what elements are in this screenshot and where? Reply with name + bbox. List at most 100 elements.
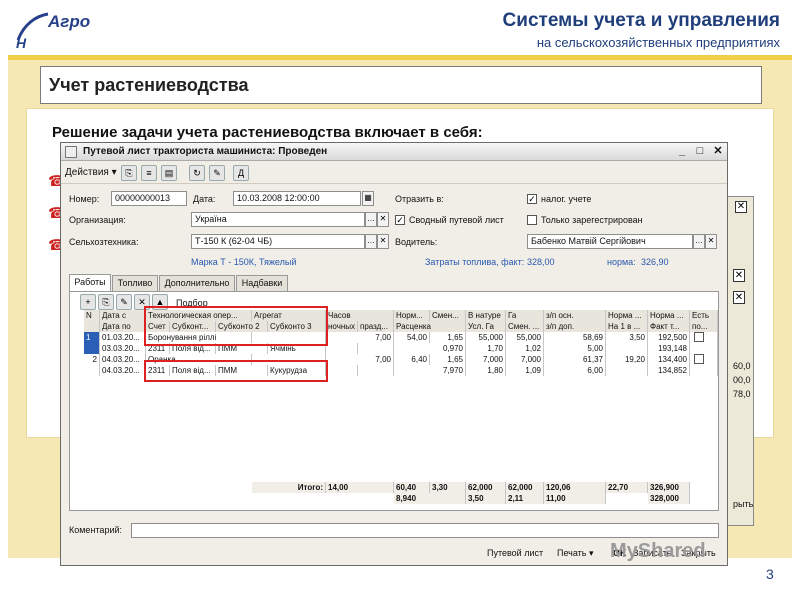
minimize-icon[interactable]: _ (675, 145, 689, 159)
cell-date: 01.03.20... (100, 332, 146, 343)
number-field[interactable]: 00000000013 (111, 191, 187, 206)
norm-label: норма: (607, 257, 636, 267)
cell-ga: 55,000 (506, 332, 544, 343)
tax-checkbox[interactable]: ✓ (527, 194, 537, 204)
date-field[interactable]: 10.03.2008 12:00:00 (233, 191, 361, 206)
slide: Н Агро Системы учета и управления на сел… (0, 0, 800, 600)
highlight-box (144, 306, 328, 346)
col-norma1: Норма ... (606, 310, 648, 321)
driver-field[interactable]: Бабенко Матвій Сергійович (527, 234, 693, 249)
total-norma1: 22,70 (606, 482, 648, 493)
refresh-icon[interactable]: ↻ (189, 165, 205, 181)
slide-subhead: Решение задачи учета растениеводства вкл… (52, 124, 483, 141)
cell-norma2: 192,500 (648, 332, 690, 343)
slide-title: Учет растениеводства (49, 75, 249, 95)
summary-label: Сводный путевой лист (409, 215, 504, 225)
cell-rascenka: 7,970 (394, 365, 466, 376)
total-usl: 3,50 (466, 493, 506, 504)
number-label: Номер: (69, 194, 100, 204)
totals-label: Итого: (252, 482, 326, 493)
edit-row-icon[interactable]: ✎ (116, 294, 132, 310)
clear-icon[interactable]: ✕ (377, 212, 389, 227)
cell-date: 04.03.20... (100, 354, 146, 365)
cell-holiday (358, 343, 394, 354)
comment-label: Коментарий: (69, 525, 122, 535)
col-fact: Факт т... (648, 321, 690, 332)
clear-icon[interactable]: ✕ (705, 234, 717, 249)
clear-icon[interactable]: ✕ (733, 269, 745, 282)
copy-row-icon[interactable]: ⎘ (98, 294, 114, 310)
works-grid: N Дата с Технологическая опер... Агрегат… (84, 306, 718, 510)
close-icon[interactable]: ✕ (735, 201, 747, 213)
col-natura: В натуре (466, 310, 506, 321)
tab-toplivo[interactable]: Топливо (112, 275, 158, 291)
col-holiday: празд... (358, 321, 394, 332)
clear-icon[interactable]: ✕ (377, 234, 389, 249)
select-button[interactable]: … (365, 234, 377, 249)
comment-field[interactable] (131, 523, 719, 538)
col-zpdop: з/п доп. (544, 321, 606, 332)
dt-kt-icon[interactable]: Д (233, 165, 249, 181)
agro-logo: Н Агро (14, 6, 92, 52)
copy-icon[interactable]: ⎘ (121, 165, 137, 181)
tab-raboty[interactable]: Работы (69, 274, 111, 291)
tab-dopolnitelno[interactable]: Дополнительно (159, 275, 235, 291)
actions-label: Действия (65, 167, 109, 178)
actions-menu[interactable]: Действия ▾ (65, 167, 117, 178)
select-button[interactable]: … (365, 212, 377, 227)
fuel-value: 328,00 (527, 257, 555, 267)
cell-norma1: 3,50 (606, 332, 648, 343)
struct-icon[interactable]: ≡ (141, 165, 157, 181)
cell-n (84, 365, 100, 376)
cell-date: 04.03.20... (100, 365, 146, 376)
cell-natura: 55,000 (466, 332, 506, 343)
est-checkbox[interactable] (694, 332, 704, 342)
add-row-icon[interactable]: + (80, 294, 96, 310)
cell-hours: 7,00 (326, 332, 394, 343)
cell-norma2: 134,400 (648, 354, 690, 365)
reflect-label: Отразить в: (395, 194, 444, 204)
back-value: 60,0 (733, 361, 751, 371)
cell-date: 03.03.20... (100, 343, 146, 354)
cell-ga: 7,000 (506, 354, 544, 365)
waybill-button[interactable]: Путевой лист (487, 548, 543, 558)
cell-na1 (606, 365, 648, 376)
fuel-label: Затраты топлива, факт: (425, 257, 525, 267)
cell-norm: 54,00 (394, 332, 430, 343)
cell-zp: 61,37 (544, 354, 606, 365)
doc-struct-icon[interactable]: ▤ (161, 165, 177, 181)
close-icon[interactable]: ✕ (711, 145, 725, 159)
total-smen: 3,30 (430, 482, 466, 493)
cell-smen: 1,65 (430, 332, 466, 343)
total-smen2: 2,11 (506, 493, 544, 504)
post-icon[interactable]: ✎ (209, 165, 225, 181)
calendar-icon[interactable]: ▦ (362, 191, 374, 206)
total-ga: 62,000 (506, 482, 544, 493)
select-button[interactable]: … (693, 234, 705, 249)
cell-smen2: 1,02 (506, 343, 544, 354)
summary-checkbox[interactable]: ✓ (395, 215, 405, 225)
org-label: Организация: (69, 215, 126, 225)
print-button[interactable]: Печать ▾ (557, 548, 594, 559)
cell-zpdop: 6,00 (544, 365, 606, 376)
tab-nadbavki[interactable]: Надбавки (236, 275, 288, 291)
registered-checkbox[interactable] (527, 215, 537, 225)
back-value: 00,0 (733, 375, 751, 385)
back-close-button[interactable]: рыть (733, 499, 753, 509)
tax-label: налог. учете (541, 194, 592, 204)
machine-field[interactable]: Т-150 К (62-04 ЧБ) (191, 234, 365, 249)
total-zpdop: 11,00 (544, 493, 606, 504)
highlight-box (144, 360, 328, 382)
total-norm: 60,40 (394, 482, 430, 493)
maximize-icon[interactable]: □ (693, 145, 707, 159)
clear-icon[interactable]: ✕ (733, 291, 745, 304)
window-title: Путевой лист тракториста машиниста: Пров… (83, 146, 328, 157)
org-field[interactable]: Україна (191, 212, 365, 227)
registered-label: Только зарегестрирован (541, 215, 643, 225)
header-title: Системы учета и управления (502, 10, 780, 31)
window-titlebar: Путевой лист тракториста машиниста: Пров… (61, 143, 727, 161)
est-checkbox[interactable] (694, 354, 704, 364)
col-smen2: Смен. ... (506, 321, 544, 332)
col-n: N (84, 310, 100, 321)
brand-text: Марка Т - 150К, Тяжелый (191, 257, 297, 267)
